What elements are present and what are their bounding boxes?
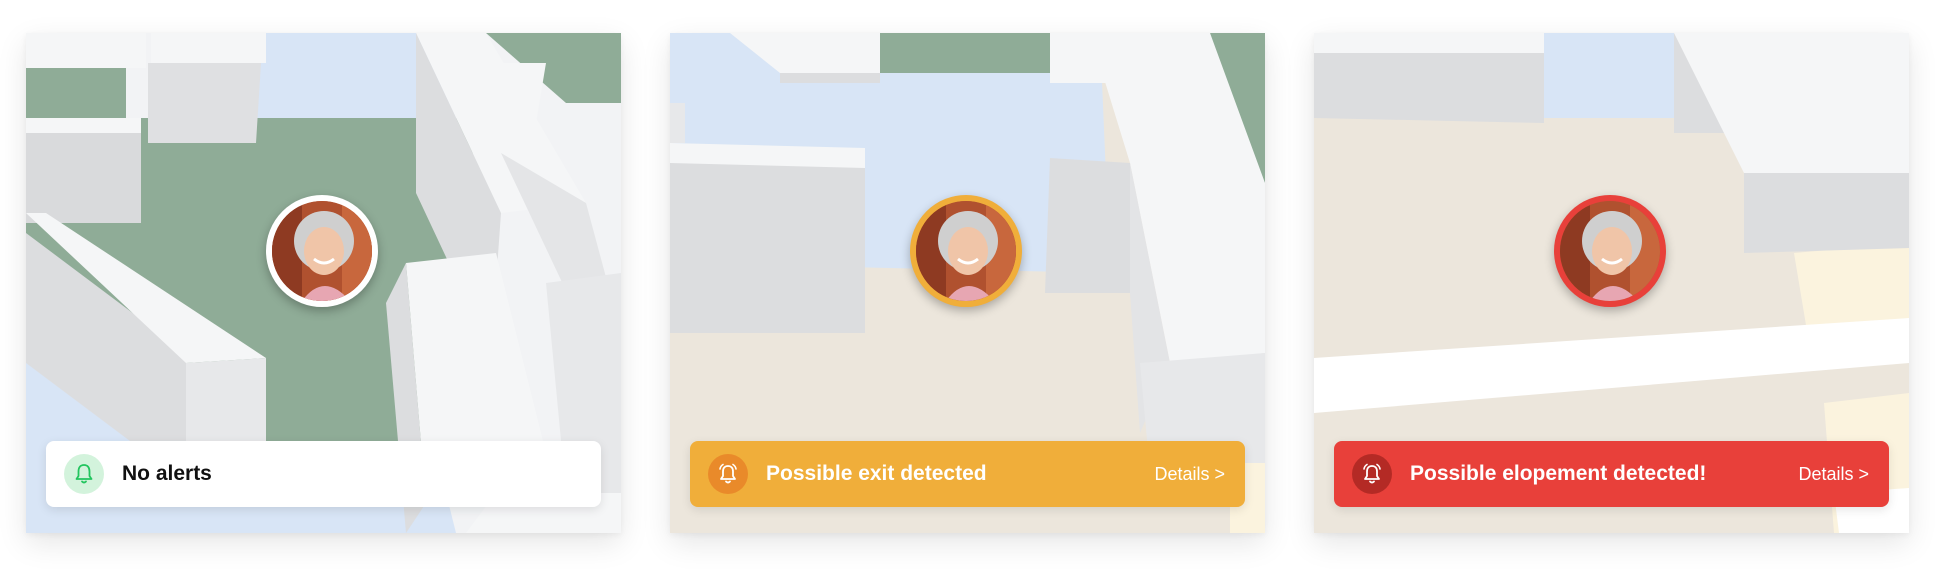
resident-photo <box>272 201 372 301</box>
resident-avatar[interactable] <box>1554 195 1666 307</box>
alert-icon-badge <box>1352 454 1392 494</box>
status-card-possible-exit: Possible exit detected Details > <box>670 33 1265 533</box>
alert-text: No alerts <box>122 462 212 485</box>
alert-banner[interactable]: No alerts <box>46 441 601 507</box>
status-card-no-alerts: No alerts <box>26 33 621 533</box>
resident-photo <box>916 201 1016 301</box>
alert-text: Possible exit detected <box>766 462 987 485</box>
details-link[interactable]: Details > <box>1154 464 1225 485</box>
resident-photo <box>1560 201 1660 301</box>
alert-text: Possible elopement detected! <box>1410 462 1707 485</box>
resident-avatar[interactable] <box>910 195 1022 307</box>
details-link[interactable]: Details > <box>1798 464 1869 485</box>
bell-icon <box>75 464 93 484</box>
alert-banner[interactable]: Possible elopement detected! Details > <box>1334 441 1889 507</box>
alert-icon-badge <box>64 454 104 494</box>
alert-banner[interactable]: Possible exit detected Details > <box>690 441 1245 507</box>
bell-ringing-icon <box>1363 463 1381 484</box>
bell-ringing-icon <box>719 463 737 484</box>
status-card-possible-elopement: Possible elopement detected! Details > <box>1314 33 1909 533</box>
resident-avatar[interactable] <box>266 195 378 307</box>
alert-icon-badge <box>708 454 748 494</box>
